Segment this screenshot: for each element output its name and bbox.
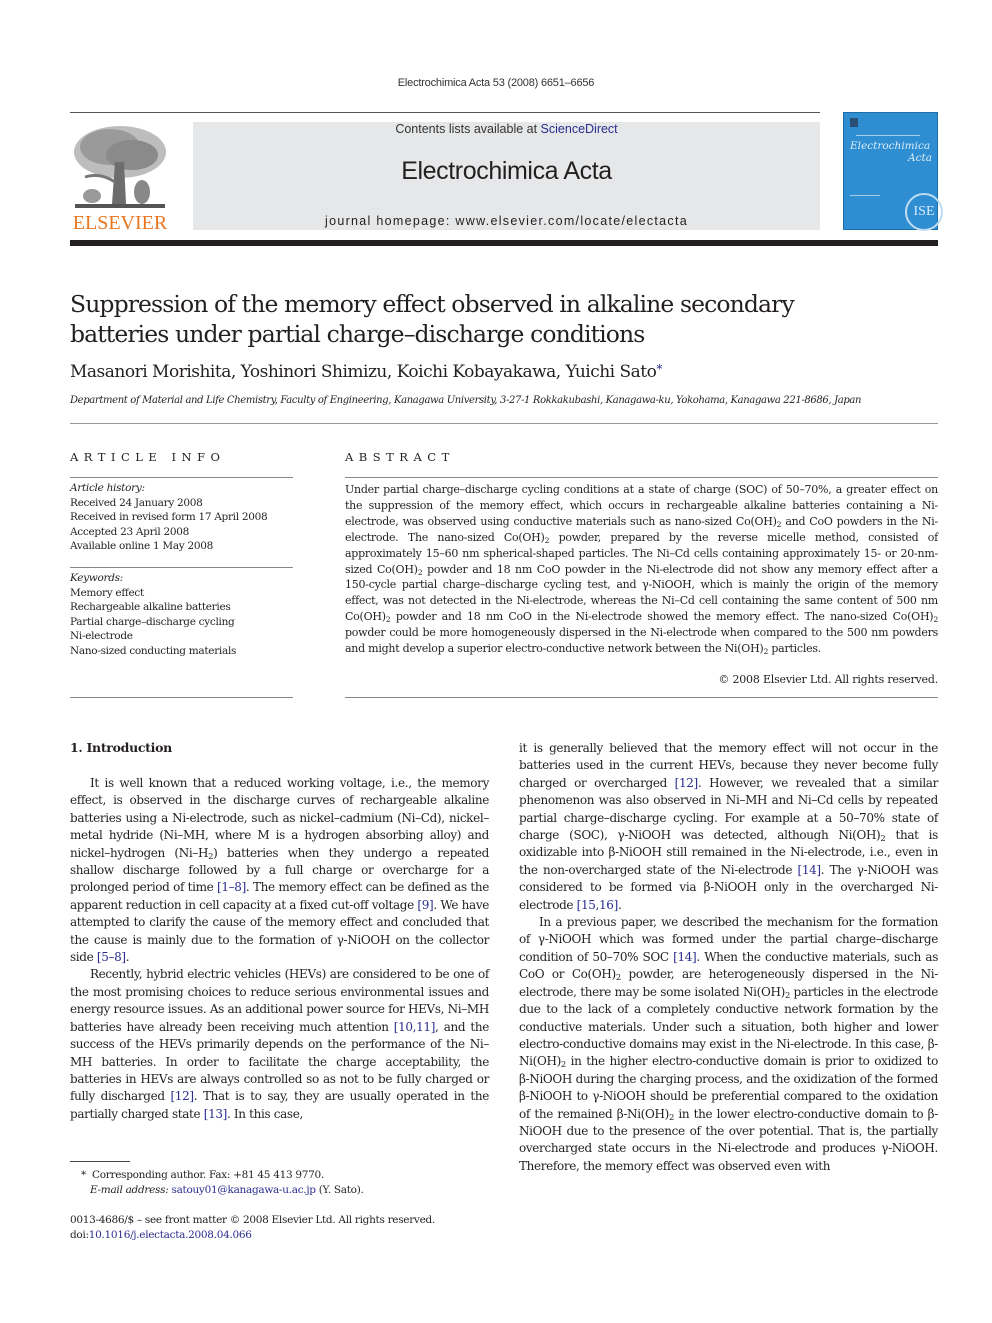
publisher-mini-logo-icon <box>850 118 858 127</box>
article-info-heading: ARTICLE INFO <box>70 450 226 464</box>
subscript: 2 <box>933 615 938 625</box>
text: . <box>617 897 622 912</box>
footnote-rule <box>70 1161 130 1162</box>
body-column-right: it is generally believed that the memory… <box>519 740 938 1175</box>
abstract-copyright: © 2008 Elsevier Ltd. All rights reserved… <box>718 673 938 686</box>
citation-link[interactable]: [14] <box>798 863 822 877</box>
keyword-item: Partial charge–discharge cycling <box>70 615 235 628</box>
corresponding-author-marker[interactable]: * <box>656 362 662 376</box>
author-list: Masanori Morishita, Yoshinori Shimizu, K… <box>70 362 662 382</box>
corresponding-text: Corresponding author. Fax: +81 45 413 97… <box>92 1169 324 1181</box>
header-rule <box>70 112 820 113</box>
keyword-item: Rechargeable alkaline batteries <box>70 601 231 613</box>
abstract-text: Under partial charge–discharge cycling c… <box>345 482 938 657</box>
corresponding-author-note: * Corresponding author. Fax: +81 45 413 … <box>70 1168 500 1183</box>
email-note: E-mail address: satouy01@kanagawa-u.ac.j… <box>70 1183 500 1198</box>
citation-link[interactable]: [5–8] <box>97 950 126 964</box>
paragraph: Recently, hybrid electric vehicles (HEVs… <box>70 966 489 1123</box>
elsevier-wordmark: ELSEVIER <box>72 212 168 234</box>
section-heading-introduction: 1. Introduction <box>70 740 172 755</box>
divider <box>345 697 938 698</box>
keyword-item: Ni-electrode <box>70 630 133 642</box>
running-head: Electrochimica Acta 53 (2008) 6651–6656 <box>397 77 595 89</box>
keyword-item: Nano-sized conducting materials <box>70 644 237 657</box>
affiliation: Department of Material and Life Chemistr… <box>70 395 862 406</box>
contents-prefix: Contents lists available at <box>395 122 541 136</box>
doi-line: doi:10.1016/j.electacta.2008.04.066 <box>70 1228 500 1243</box>
history-item: Available online 1 May 2008 <box>70 540 213 552</box>
divider <box>70 423 938 424</box>
body-column-left: It is well known that a reduced working … <box>70 775 489 1123</box>
abstract-segment: particles. <box>768 642 821 656</box>
keyword-item: Memory effect <box>70 586 144 599</box>
keywords: Keywords: Memory effect Rechargeable alk… <box>70 571 295 658</box>
footnote-marker: * <box>81 1169 86 1181</box>
divider <box>345 477 938 478</box>
text: . <box>125 950 130 965</box>
history-item: Received 24 January 2008 <box>70 496 203 509</box>
cover-title-line2: Acta <box>908 152 932 164</box>
journal-name: Electrochimica Acta <box>401 157 612 185</box>
citation-link[interactable]: [12] <box>170 1089 194 1103</box>
citation-link[interactable]: [10,11] <box>394 1020 436 1034</box>
article-title: Suppression of the memory effect observe… <box>70 290 795 348</box>
email-link[interactable]: satouy01@kanagawa-u.ac.jp <box>171 1184 316 1196</box>
divider <box>70 697 293 698</box>
email-suffix: (Y. Sato). <box>315 1184 364 1196</box>
cover-divider <box>850 195 880 196</box>
cover-divider <box>856 135 920 136</box>
abstract-heading: ABSTRACT <box>345 450 455 464</box>
citation-link[interactable]: [1–8] <box>217 880 246 894</box>
history-item: Accepted 23 April 2008 <box>70 525 189 538</box>
divider <box>70 567 293 568</box>
citation-link[interactable]: [14] <box>673 950 697 964</box>
contents-line: Contents lists available at ScienceDirec… <box>193 122 820 136</box>
doi-link[interactable]: 10.1016/j.electacta.2008.04.066 <box>89 1229 252 1241</box>
keywords-label: Keywords: <box>70 572 123 584</box>
paragraph: In a previous paper, we described the me… <box>519 914 938 1175</box>
citation-link[interactable]: [15,16] <box>577 898 619 912</box>
cover-title-line1: Electrochimica <box>850 140 931 152</box>
paragraph: It is well known that a reduced working … <box>70 775 489 966</box>
citation-link[interactable]: [13] <box>204 1107 228 1121</box>
ise-seal-icon: ISE <box>905 193 943 231</box>
tree-icon <box>74 126 166 208</box>
sciencedirect-link[interactable]: ScienceDirect <box>541 122 618 136</box>
front-matter: 0013-4686/$ – see front matter © 2008 El… <box>70 1213 500 1242</box>
journal-homepage[interactable]: journal homepage: www.elsevier.com/locat… <box>193 214 820 228</box>
masthead-rule <box>70 240 938 246</box>
email-label: E-mail address: <box>90 1184 169 1196</box>
doi-label: doi: <box>70 1228 89 1241</box>
cover-title: Electrochimica Acta <box>850 140 932 164</box>
paragraph-continued: it is generally believed that the memory… <box>519 740 938 914</box>
abstract-segment: powder and 18 nm CoO in the Ni-electrode… <box>390 610 934 624</box>
journal-cover-thumbnail: Electrochimica Acta ISE <box>843 112 943 231</box>
abstract-segment: powder could be more homogeneously dispe… <box>345 626 938 656</box>
footnote: * Corresponding author. Fax: +81 45 413 … <box>70 1168 500 1198</box>
citation-link[interactable]: [9] <box>417 898 433 912</box>
history-item: Received in revised form 17 April 2008 <box>70 511 268 523</box>
divider <box>70 477 293 478</box>
text: . In this case, <box>226 1106 303 1121</box>
issn-line: 0013-4686/$ – see front matter © 2008 El… <box>70 1214 435 1226</box>
history-label: Article history: <box>70 482 145 494</box>
article-history: Article history: Received 24 January 200… <box>70 481 295 554</box>
authors-text: Masanori Morishita, Yoshinori Shimizu, K… <box>70 362 657 382</box>
citation-link[interactable]: [12] <box>675 776 699 790</box>
